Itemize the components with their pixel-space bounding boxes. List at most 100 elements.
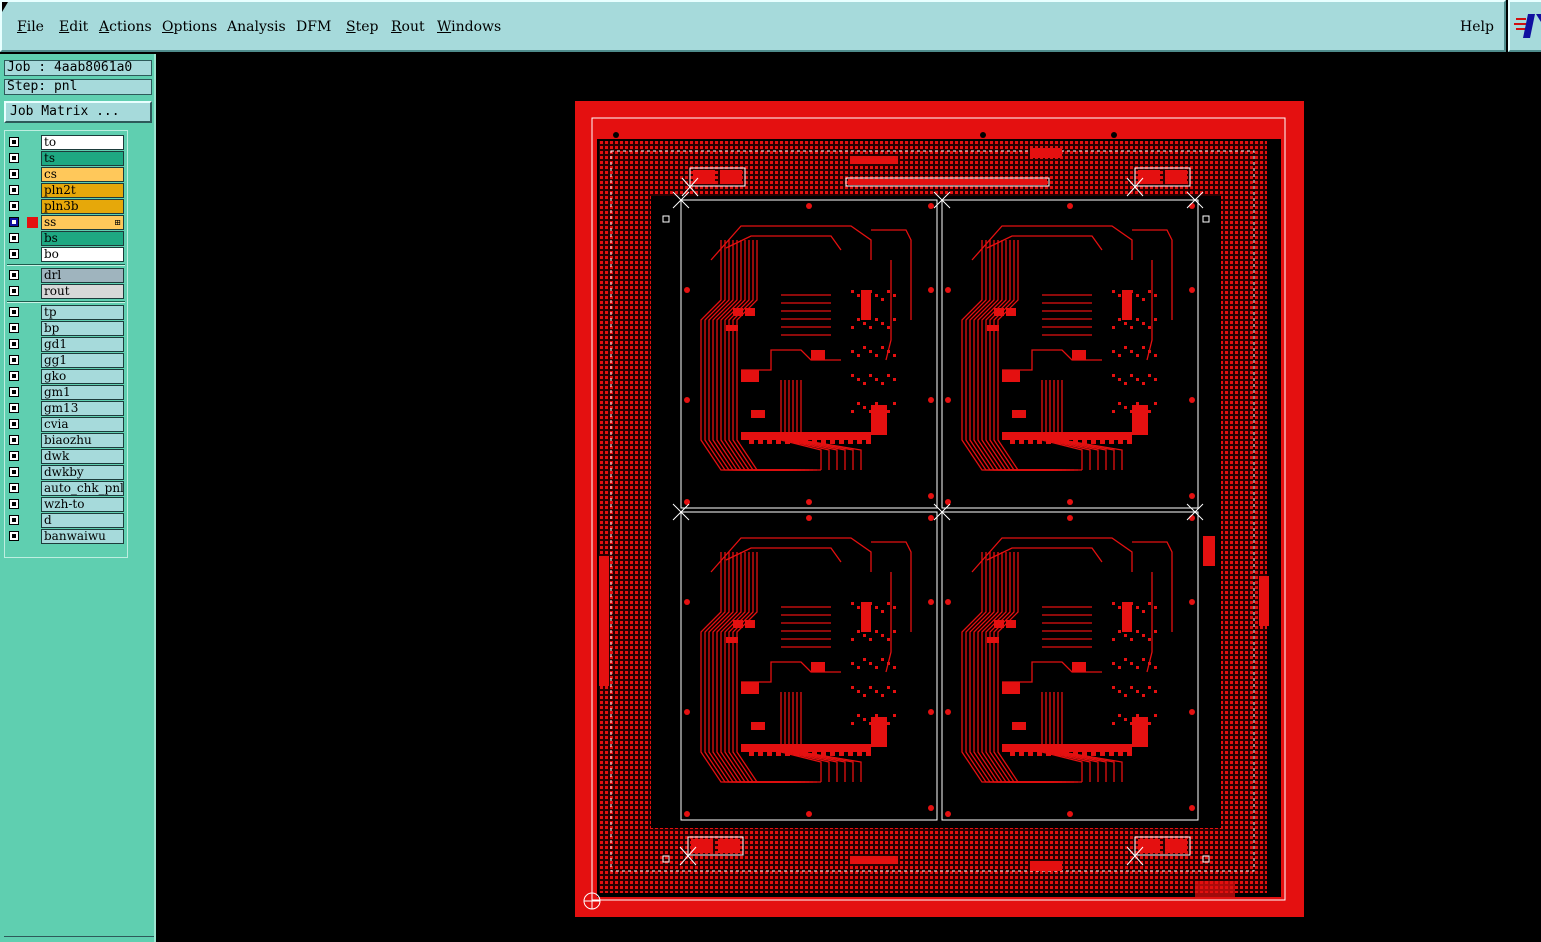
layer-row-wzh-to[interactable]: wzh-to: [7, 497, 125, 513]
layer-row-cs[interactable]: cs: [7, 167, 125, 183]
layer-name[interactable]: gm13: [41, 401, 124, 416]
layer-row-dwkby[interactable]: dwkby: [7, 465, 125, 481]
layer-display-checkbox[interactable]: [9, 185, 19, 195]
layer-row-cvia[interactable]: cvia: [7, 417, 125, 433]
menu-label: dit: [69, 19, 89, 35]
layer-display-checkbox[interactable]: [9, 387, 19, 397]
layer-row-pln2t[interactable]: pln2t: [7, 183, 125, 199]
menu-help[interactable]: Help: [1460, 19, 1494, 35]
layer-display-checkbox[interactable]: [9, 270, 19, 280]
layer-name[interactable]: d: [41, 513, 124, 528]
layer-row-rout[interactable]: rout: [7, 284, 125, 300]
pcb-panel-view[interactable]: [156, 54, 1541, 942]
layer-name[interactable]: pln3b: [41, 199, 124, 214]
layer-display-checkbox[interactable]: [9, 419, 19, 429]
menu-edit[interactable]: Edit: [59, 19, 88, 35]
layer-name[interactable]: ss ⊞: [41, 215, 124, 230]
layer-name[interactable]: gm1: [41, 385, 124, 400]
layer-row-bo[interactable]: bo: [7, 247, 125, 263]
layer-row-gg1[interactable]: gg1: [7, 353, 125, 369]
layer-row-dwk[interactable]: dwk: [7, 449, 125, 465]
layer-group-separator: [7, 264, 125, 266]
layer-display-checkbox[interactable]: [9, 323, 19, 333]
layer-row-ts[interactable]: ts: [7, 151, 125, 167]
menu-windows[interactable]: Windows: [437, 19, 501, 35]
layer-group-separator: [7, 301, 125, 303]
menu-step[interactable]: Step: [346, 19, 378, 35]
layer-row-biaozhu[interactable]: biaozhu: [7, 433, 125, 449]
layer-name[interactable]: pln2t: [41, 183, 124, 198]
layer-name[interactable]: rout: [41, 284, 124, 299]
menu-file[interactable]: File: [17, 19, 44, 35]
layer-name[interactable]: banwaiwu: [41, 529, 124, 544]
layer-display-checkbox[interactable]: [9, 307, 19, 317]
layer-display-checkbox[interactable]: [9, 339, 19, 349]
menu-actions[interactable]: Actions: [99, 19, 152, 35]
layer-display-checkbox[interactable]: [9, 217, 19, 227]
layer-row-gm13[interactable]: gm13: [7, 401, 125, 417]
layer-display-checkbox[interactable]: [9, 499, 19, 509]
layer-display-checkbox[interactable]: [9, 403, 19, 413]
layer-name[interactable]: bp: [41, 321, 124, 336]
layer-display-checkbox[interactable]: [9, 169, 19, 179]
layer-name[interactable]: wzh-to: [41, 497, 124, 512]
layer-display-checkbox[interactable]: [9, 483, 19, 493]
layer-row-bp[interactable]: bp: [7, 321, 125, 337]
layer-list: to ts cs pln2t pln3b ss ⊞ bs bo drl rout tp bp gd1 gg1…: [4, 130, 128, 558]
work-layer-marker[interactable]: [27, 217, 38, 228]
layer-name[interactable]: dwkby: [41, 465, 124, 480]
layer-row-ss[interactable]: ss ⊞: [7, 215, 125, 231]
layer-display-checkbox[interactable]: [9, 515, 19, 525]
menu-options[interactable]: Options: [162, 19, 217, 35]
layer-display-checkbox[interactable]: [9, 201, 19, 211]
menu-dfm[interactable]: DFM: [296, 19, 331, 35]
layer-display-checkbox[interactable]: [9, 355, 19, 365]
menu-mnemonic: O: [162, 19, 174, 35]
layer-row-pln3b[interactable]: pln3b: [7, 199, 125, 215]
menu-label: indows: [451, 19, 502, 35]
layer-row-gko[interactable]: gko: [7, 369, 125, 385]
layer-display-checkbox[interactable]: [9, 371, 19, 381]
menu-mnemonic: F: [17, 19, 27, 35]
menu-mnemonic: E: [59, 19, 70, 35]
layer-display-checkbox[interactable]: [9, 286, 19, 296]
menu-analysis[interactable]: Analysis: [227, 19, 286, 35]
layer-row-to[interactable]: to: [7, 135, 125, 151]
layer-name[interactable]: cvia: [41, 417, 124, 432]
app-logo-icon: [1514, 14, 1541, 38]
layer-name[interactable]: cs: [41, 167, 124, 182]
layer-row-d[interactable]: d: [7, 513, 125, 529]
layer-name[interactable]: bo: [41, 247, 124, 262]
layer-row-auto_chk_pnl[interactable]: auto_chk_pnl: [7, 481, 125, 497]
layer-name[interactable]: gko: [41, 369, 124, 384]
layer-name[interactable]: biaozhu: [41, 433, 124, 448]
layer-display-checkbox[interactable]: [9, 233, 19, 243]
menu-rout[interactable]: Rout: [391, 19, 425, 35]
app-logo: [1508, 0, 1541, 52]
fiducial-mark: [980, 132, 986, 138]
layer-row-gd1[interactable]: gd1: [7, 337, 125, 353]
layer-row-gm1[interactable]: gm1: [7, 385, 125, 401]
layer-row-bs[interactable]: bs: [7, 231, 125, 247]
layer-name[interactable]: gg1: [41, 353, 124, 368]
layer-name[interactable]: drl: [41, 268, 124, 283]
job-matrix-button[interactable]: Job Matrix ...: [4, 101, 152, 123]
layer-display-checkbox[interactable]: [9, 435, 19, 445]
layer-display-checkbox[interactable]: [9, 467, 19, 477]
layer-name[interactable]: bs: [41, 231, 124, 246]
layer-name[interactable]: to: [41, 135, 124, 150]
layer-row-drl[interactable]: drl: [7, 268, 125, 284]
layer-name[interactable]: tp: [41, 305, 124, 320]
layer-name[interactable]: dwk: [41, 449, 124, 464]
layer-display-checkbox[interactable]: [9, 153, 19, 163]
layer-display-checkbox[interactable]: [9, 451, 19, 461]
layer-name[interactable]: auto_chk_pnl: [41, 481, 124, 496]
layer-display-checkbox[interactable]: [9, 249, 19, 259]
layer-name[interactable]: gd1: [41, 337, 124, 352]
layer-display-checkbox[interactable]: [9, 137, 19, 147]
layer-display-checkbox[interactable]: [9, 531, 19, 541]
layer-row-tp[interactable]: tp: [7, 305, 125, 321]
layer-name[interactable]: ts: [41, 151, 124, 166]
graphic-area[interactable]: [156, 54, 1541, 942]
layer-row-banwaiwu[interactable]: banwaiwu: [7, 529, 125, 545]
